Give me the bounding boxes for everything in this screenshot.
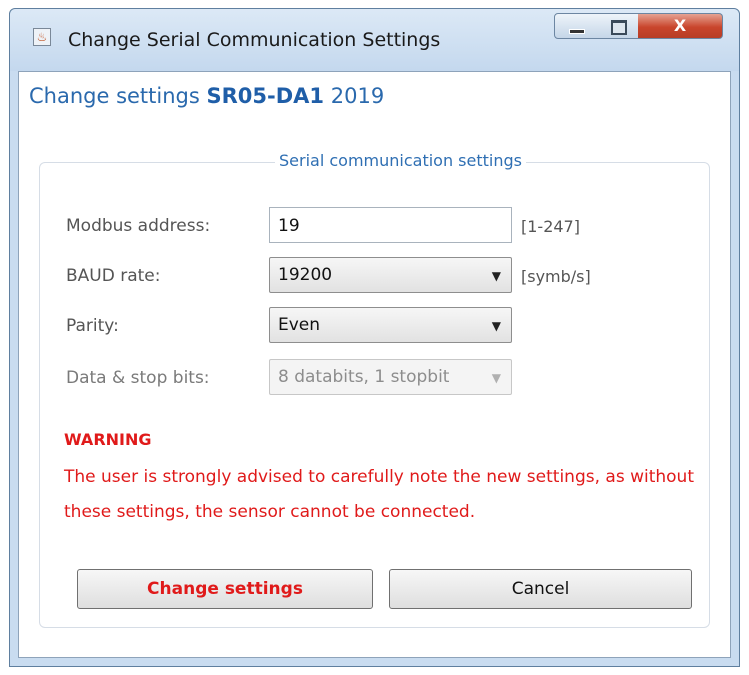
minimize-icon [569,29,585,34]
device-serial: 2019 [330,84,385,108]
baud-rate-label: BAUD rate: [66,266,161,286]
data-stop-bits-value: 8 databits, 1 stopbit [278,367,450,387]
java-app-icon: ♨ [33,28,51,46]
data-stop-bits-label: Data & stop bits: [66,368,210,388]
page-title: Change settings SR05-DA1 2019 [29,84,384,108]
chevron-down-icon: ▼ [491,319,501,333]
warning-text: The user is strongly advised to carefull… [64,467,694,522]
baud-rate-unit: [symb/s] [521,267,591,286]
baud-rate-select[interactable]: 19200 ▼ [269,257,512,293]
baud-rate-value: 19200 [278,265,333,285]
close-button[interactable]: X [638,13,723,39]
warning-title: WARNING [64,430,152,449]
close-icon: X [673,16,687,35]
cancel-button[interactable]: Cancel [389,569,692,609]
change-settings-button[interactable]: Change settings [77,569,373,609]
modbus-address-label: Modbus address: [66,216,211,236]
title-bar[interactable]: ♨ Change Serial Communication Settings X [10,9,739,71]
chevron-down-icon: ▼ [491,269,501,283]
device-model: SR05-DA1 [206,84,325,108]
parity-select[interactable]: Even ▼ [269,307,512,343]
group-legend: Serial communication settings [275,151,526,170]
window-title: Change Serial Communication Settings [68,29,441,51]
minimize-button[interactable] [554,13,598,39]
data-stop-bits-select: 8 databits, 1 stopbit ▼ [269,359,512,395]
parity-label: Parity: [66,316,119,336]
modbus-address-range: [1-247] [521,217,580,236]
parity-value: Even [278,315,321,335]
modbus-address-input[interactable]: 19 [269,207,512,243]
maximize-button[interactable] [597,13,639,39]
title-prefix: Change settings [29,84,200,108]
chevron-down-icon: ▼ [491,371,501,385]
maximize-icon [611,20,627,35]
